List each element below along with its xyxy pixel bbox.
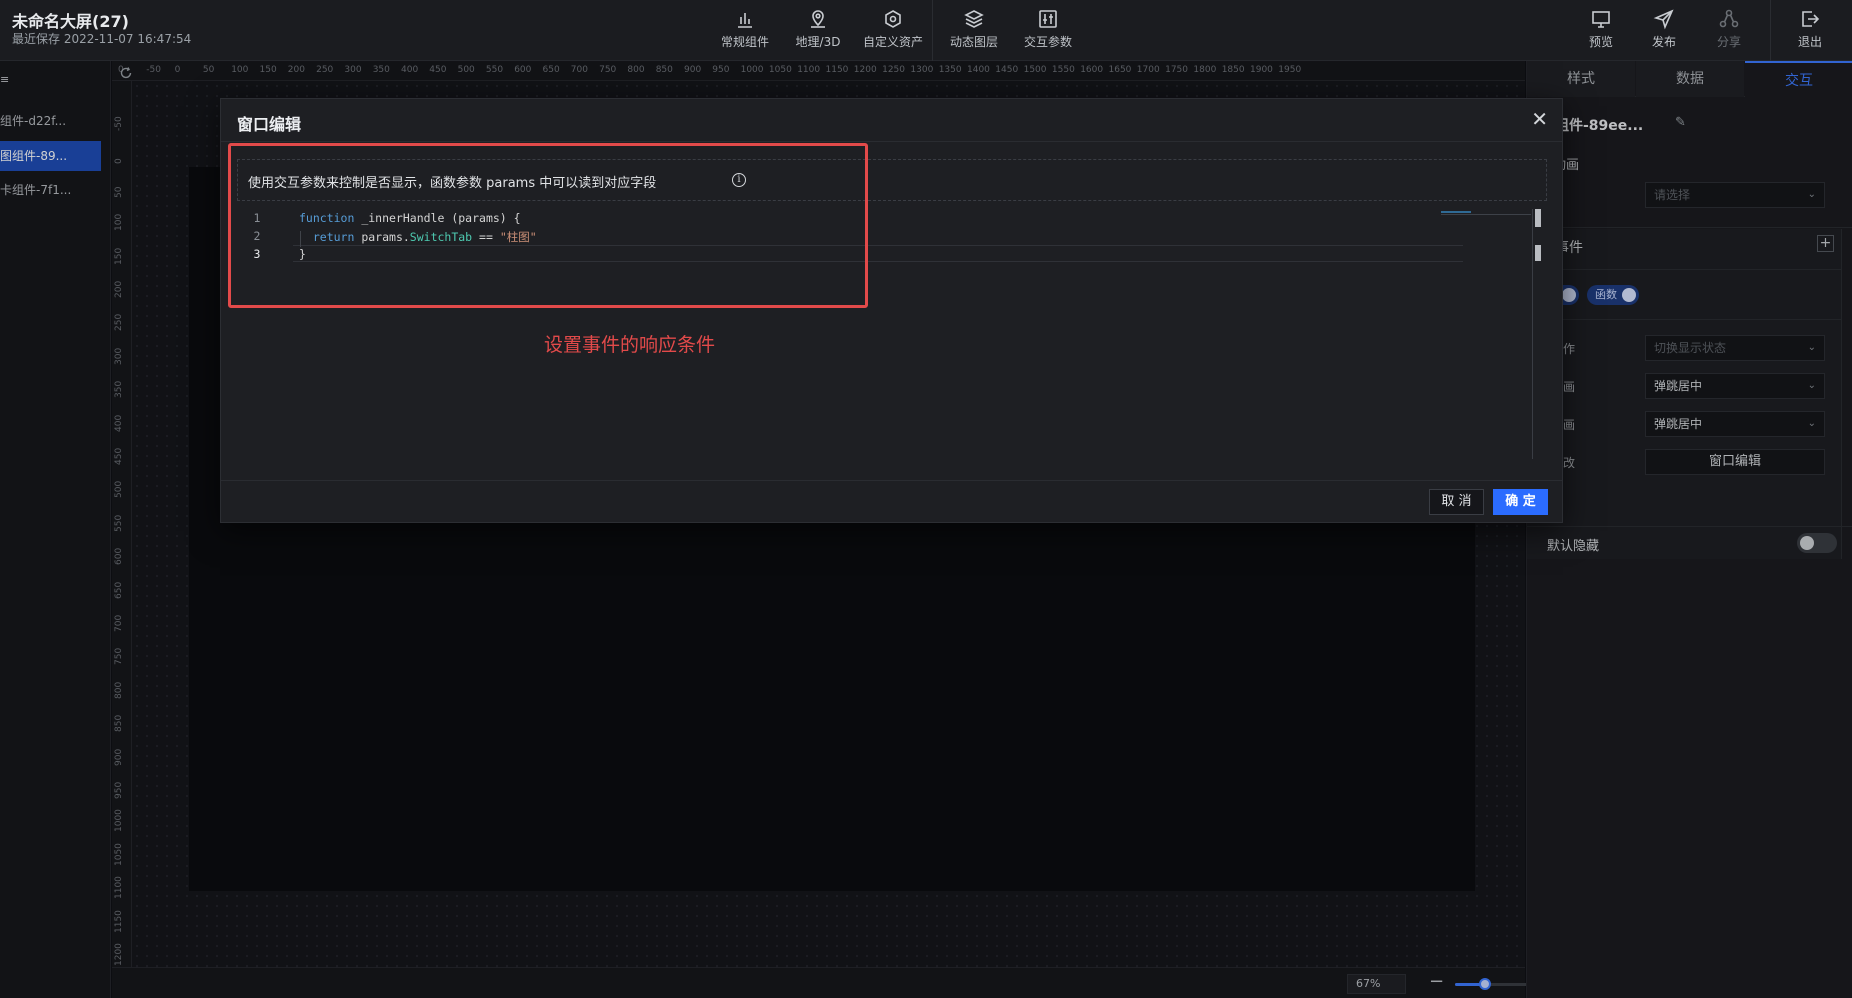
dialog-divider xyxy=(221,480,1562,481)
editor-scrollbar-track xyxy=(1532,209,1533,459)
confirm-button[interactable]: 确 定 xyxy=(1493,489,1548,515)
layers-icon xyxy=(964,10,984,28)
monitor-icon xyxy=(1592,11,1610,28)
action-label: 分享 xyxy=(1716,35,1741,49)
tool-geo-3d[interactable]: 地理/3D xyxy=(783,8,853,50)
annotation-highlight-box xyxy=(228,143,868,308)
cancel-button[interactable]: 取 消 xyxy=(1429,489,1484,515)
tool-interaction-params[interactable]: 交互参数 xyxy=(1013,8,1083,50)
annotation-text: 设置事件的响应条件 xyxy=(544,334,716,356)
dialog-title: 窗口编辑 xyxy=(237,115,302,134)
publish-button[interactable]: 发布 xyxy=(1629,8,1699,50)
action-label: 退出 xyxy=(1797,35,1822,49)
tool-label: 地理/3D xyxy=(795,35,841,49)
editor-scrollbar-marker xyxy=(1535,245,1541,261)
tool-custom-assets[interactable]: 自定义资产 xyxy=(858,8,928,50)
tool-label: 交互参数 xyxy=(1023,35,1072,49)
tool-common-components[interactable]: 常规组件 xyxy=(710,8,780,50)
last-saved-time: 最近保存 2022-11-07 16:47:54 xyxy=(12,32,192,46)
action-label: 预览 xyxy=(1588,35,1613,49)
tool-label: 动态图层 xyxy=(949,35,998,49)
tool-label: 自定义资产 xyxy=(862,35,923,49)
editor-scrollbar[interactable] xyxy=(1535,209,1541,227)
send-icon xyxy=(1653,9,1674,30)
code-minimap[interactable] xyxy=(1441,211,1531,215)
share-icon xyxy=(1719,9,1739,28)
toolbar-divider xyxy=(1770,0,1771,61)
sliders-icon xyxy=(1039,10,1057,28)
exit-button[interactable]: 退出 xyxy=(1775,8,1845,50)
bar-chart-icon xyxy=(738,13,752,28)
preview-button[interactable]: 预览 xyxy=(1566,8,1636,50)
map-pin-icon xyxy=(811,10,825,28)
share-button[interactable]: 分享 xyxy=(1694,8,1764,50)
hexagon-icon xyxy=(885,10,901,28)
action-label: 发布 xyxy=(1651,35,1676,49)
toolbar-divider xyxy=(932,0,933,61)
close-icon[interactable]: ✕ xyxy=(1531,109,1548,129)
exit-icon xyxy=(1802,11,1820,27)
dialog-divider xyxy=(221,141,1562,142)
top-bar: 未命名大屏(27) 最近保存 2022-11-07 16:47:54 常规组件 … xyxy=(0,0,1852,61)
tool-label: 常规组件 xyxy=(720,35,769,49)
tool-dynamic-layers[interactable]: 动态图层 xyxy=(939,8,1009,50)
page-title: 未命名大屏(27) xyxy=(12,12,129,31)
